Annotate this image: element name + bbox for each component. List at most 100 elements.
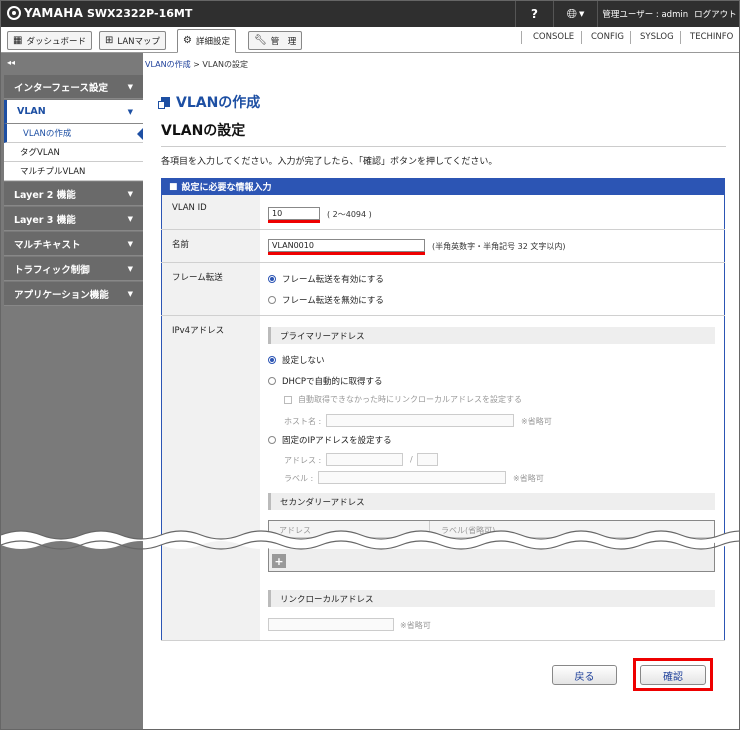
user-label: 管理ユーザー : admin	[602, 10, 689, 20]
sidebar-item-traffic[interactable]: トラフィック制御 ▼	[4, 257, 143, 281]
tab-label: 詳細設定	[195, 37, 230, 47]
divider	[680, 31, 681, 44]
panel-header: ■ 設定に必要な情報入力	[161, 178, 725, 195]
globe-icon: 🌐︎	[566, 6, 577, 22]
sidebar-item-label: Layer 2 機能	[14, 189, 76, 201]
sidebar-item-interface[interactable]: インターフェース設定 ▼	[4, 75, 143, 99]
address-input[interactable]	[326, 453, 403, 466]
divider	[630, 31, 631, 44]
chevron-down-icon: ▼	[127, 82, 133, 91]
sidebar-item-layer2[interactable]: Layer 2 機能 ▼	[4, 182, 143, 206]
tab-management[interactable]: 🔧︎ 管 理	[248, 31, 303, 50]
ipv4-none-radio[interactable]: 設定しない	[268, 354, 325, 366]
sidebar-sub-multiple-vlan[interactable]: マルチプルVLAN	[4, 162, 143, 181]
breadcrumb: VLANの作成 > VLANの設定	[145, 59, 248, 70]
sidebar-item-vlan[interactable]: VLAN ▼	[4, 100, 143, 124]
sidebar-item-layer3[interactable]: Layer 3 機能 ▼	[4, 207, 143, 231]
prefix-slash: /	[410, 455, 413, 464]
checkbox-icon	[284, 395, 292, 404]
help-button[interactable]: ?	[515, 1, 553, 27]
tab-label: LANマップ	[117, 36, 160, 47]
radio-label: フレーム転送を無効にする	[282, 296, 384, 306]
dashboard-icon: ▦	[13, 34, 23, 46]
lan-map-icon: ⊞	[105, 34, 114, 46]
chevron-down-icon: ▼	[127, 214, 133, 223]
radio-icon	[268, 296, 276, 304]
highlight-underline	[268, 220, 320, 223]
chevron-down-icon: ▼	[127, 239, 133, 248]
optional-hint: ※省略可	[513, 474, 544, 483]
top-bar: YAMAHA SWX2322P-16MT ? 🌐︎ ▼ 管理ユーザー : admi…	[1, 1, 739, 27]
radio-icon	[268, 377, 276, 385]
collapse-sidebar-icon[interactable]: ◂◂	[7, 58, 15, 67]
tab-dashboard[interactable]: ▦ ダッシュボード	[7, 31, 92, 50]
model-name: SWX2322P-16MT	[87, 7, 193, 20]
chevron-down-icon: ▼	[127, 289, 133, 298]
sidebar-item-multicast[interactable]: マルチキャスト ▼	[4, 232, 143, 256]
name-input[interactable]: VLAN0010	[268, 239, 425, 252]
brand-name: YAMAHA	[24, 6, 84, 20]
divider	[521, 31, 522, 44]
tab-advanced-settings[interactable]: ⚙ 詳細設定	[177, 29, 236, 53]
page-title-icon	[158, 97, 170, 109]
breadcrumb-link[interactable]: VLANの作成	[145, 60, 191, 69]
app-window: YAMAHA SWX2322P-16MT ? 🌐︎ ▼ 管理ユーザー : admi…	[0, 0, 740, 730]
name-label: 名前	[162, 230, 260, 262]
chevron-down-icon: ▼	[127, 189, 133, 198]
ipv4-dhcp-radio[interactable]: DHCPで自動的に取得する	[268, 375, 383, 387]
page-subtitle: VLANの設定	[161, 123, 246, 139]
primary-address-header: プライマリーアドレス	[268, 327, 715, 344]
ipv4-static-radio[interactable]: 固定のIPアドレスを設定する	[268, 434, 392, 446]
highlight-underline	[268, 252, 425, 255]
console-link[interactable]: CONSOLE	[533, 32, 574, 42]
syslog-link[interactable]: SYSLOG	[640, 32, 674, 42]
sidebar-item-application[interactable]: アプリケーション機能 ▼	[4, 282, 143, 306]
confirm-button[interactable]: 確認	[640, 665, 706, 685]
vlan-id-label: VLAN ID	[162, 195, 260, 229]
vlan-id-input[interactable]: 10	[268, 207, 320, 220]
chevron-down-icon: ▼	[579, 10, 585, 18]
secondary-address-header: セカンダリーアドレス	[268, 493, 715, 510]
user-area: 管理ユーザー : admin ログアウト	[597, 1, 739, 27]
host-name-input[interactable]	[326, 414, 514, 427]
sidebar-sub-tag-vlan[interactable]: タグVLAN	[4, 143, 143, 162]
logout-link[interactable]: ログアウト	[694, 8, 737, 20]
back-button[interactable]: 戻る	[552, 665, 617, 685]
instruction-text: 各項目を入力してください。入力が完了したら、「確認」ボタンを押してください。	[161, 157, 498, 167]
frame-enable-radio[interactable]: フレーム転送を有効にする	[268, 273, 384, 285]
sidebar-item-label: マルチキャスト	[14, 239, 81, 251]
sidebar-item-label: マルチプルVLAN	[20, 167, 86, 177]
prefix-input[interactable]	[417, 453, 438, 466]
sidebar-item-label: トラフィック制御	[14, 264, 90, 276]
square-icon: ■	[169, 181, 178, 192]
add-row-button[interactable]: +	[272, 554, 286, 568]
frame-disable-radio[interactable]: フレーム転送を無効にする	[268, 294, 384, 306]
optional-hint: ※省略可	[521, 417, 552, 426]
radio-selected-icon	[268, 275, 276, 283]
address-label-input[interactable]	[318, 471, 506, 484]
sidebar-item-label: インターフェース設定	[14, 82, 108, 94]
page-title-text: VLANの作成	[176, 95, 261, 111]
frame-label: フレーム転送	[162, 263, 260, 315]
tab-lan-map[interactable]: ⊞ LANマップ	[99, 31, 166, 50]
linklocal-fallback-checkbox[interactable]: 自動取得できなかった時にリンクローカルアドレスを設定する	[284, 394, 522, 405]
config-link[interactable]: CONFIG	[591, 32, 624, 42]
sidebar-item-label: タグVLAN	[20, 148, 60, 158]
checkbox-label: 自動取得できなかった時にリンクローカルアドレスを設定する	[298, 395, 522, 404]
host-name-label: ホスト名 :	[284, 417, 322, 426]
breadcrumb-separator: >	[193, 60, 200, 69]
divider	[581, 31, 582, 44]
active-indicator-icon	[137, 128, 143, 140]
linklocal-address-input[interactable]	[268, 618, 394, 631]
language-button[interactable]: 🌐︎ ▼	[553, 1, 597, 27]
cut-wave-divider	[1, 530, 739, 550]
sidebar-sub-vlan-create[interactable]: VLANの作成	[4, 124, 143, 143]
yamaha-logo: YAMAHA	[7, 6, 83, 20]
techinfo-link[interactable]: TECHINFO	[690, 32, 733, 42]
radio-label: 設定しない	[282, 356, 325, 366]
name-hint: (半角英数字・半角記号 32 文字以内)	[432, 242, 566, 251]
wrench-icon: 🔧︎	[254, 34, 267, 46]
address-label: アドレス :	[284, 456, 322, 465]
optional-hint: ※省略可	[400, 621, 431, 630]
gear-icon: ⚙	[183, 35, 192, 46]
